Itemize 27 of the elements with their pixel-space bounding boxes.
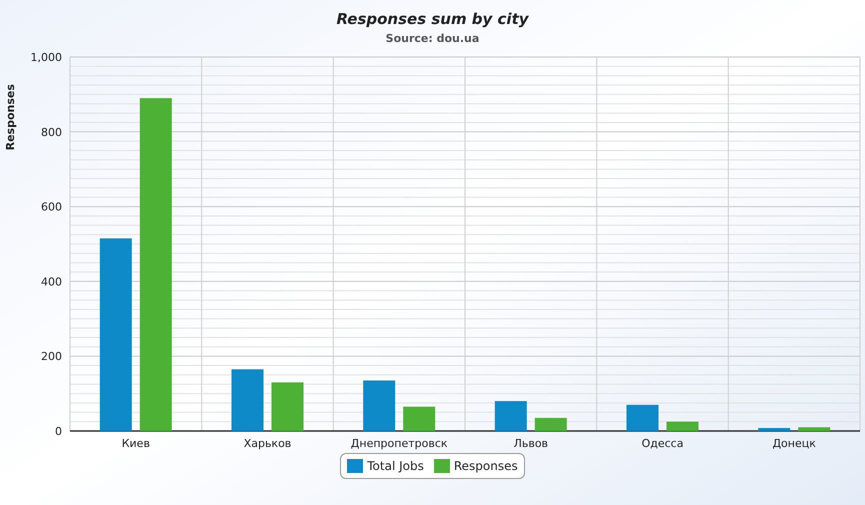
bar <box>666 422 698 431</box>
x-tick-label: Одесса <box>642 437 684 450</box>
bar <box>272 382 304 431</box>
bar <box>494 401 527 431</box>
bar <box>403 406 436 431</box>
bar <box>758 428 790 431</box>
chart-title: Responses sum by city <box>336 9 529 30</box>
chart-subtitle: Source: dou.ua <box>386 30 480 46</box>
bar <box>363 380 396 431</box>
bar <box>534 418 567 431</box>
x-tick-label: Днепропетровск <box>350 437 448 450</box>
y-tick-label: 600 <box>41 200 62 214</box>
x-tick-label: Донецк <box>772 437 816 450</box>
y-axis-label: Responses <box>2 84 18 150</box>
legend-label: Total Jobs <box>367 458 424 475</box>
bar <box>798 427 830 431</box>
x-tick-label: Киев <box>122 437 150 450</box>
y-tick-label: 200 <box>41 350 62 364</box>
x-tick-label: Львов <box>514 437 548 450</box>
y-tick-label: 1,000 <box>30 51 62 64</box>
y-tick-label: 400 <box>41 275 62 288</box>
y-tick-label: 0 <box>55 425 62 438</box>
x-tick-label: Харьков <box>244 437 292 450</box>
y-tick-label: 800 <box>41 126 62 139</box>
bar <box>232 369 264 431</box>
bar <box>626 404 658 431</box>
legend-label: Responses <box>454 458 518 475</box>
